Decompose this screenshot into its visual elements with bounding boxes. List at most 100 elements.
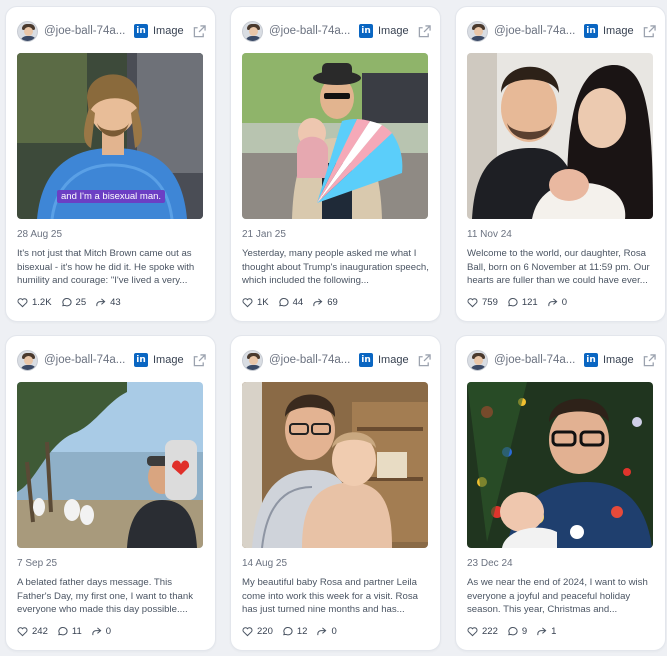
reposts-stat: 0: [316, 625, 337, 637]
post-image[interactable]: [467, 53, 653, 219]
author-handle[interactable]: @joe-ball-74a...: [494, 25, 578, 37]
share-icon: [92, 626, 102, 635]
likes-count: 242: [32, 625, 48, 637]
post-card[interactable]: @joe-ball-74a... in Image: [455, 335, 666, 651]
post-image[interactable]: [242, 53, 428, 219]
post-date: 7 Sep 25: [17, 558, 58, 569]
comments-count: 11: [71, 625, 82, 637]
card-header: @joe-ball-74a... in Image: [242, 19, 431, 43]
likes-stat: 222: [467, 626, 498, 637]
share-icon: [317, 626, 327, 635]
post-date: 23 Dec 24: [467, 558, 513, 569]
linkedin-icon: in: [359, 24, 373, 38]
comment-icon: [57, 626, 68, 635]
external-link-icon[interactable]: [643, 24, 656, 38]
post-caption: Welcome to the world, our daughter, Rosa…: [467, 248, 650, 287]
likes-count: 759: [482, 296, 498, 308]
card-header: @joe-ball-74a... in Image: [467, 19, 656, 43]
comments-count: 25: [75, 296, 87, 308]
heart-icon: [467, 297, 478, 307]
comments-stat: 44: [278, 296, 304, 308]
avatar[interactable]: [467, 20, 488, 42]
post-card[interactable]: @joe-ball-74a... in Image 7 Sep 25 A bel…: [5, 335, 216, 651]
heart-icon: [242, 297, 253, 307]
likes-count: 1K: [257, 296, 269, 308]
author-handle[interactable]: @joe-ball-74a...: [44, 354, 128, 366]
external-link-icon[interactable]: [418, 24, 431, 38]
external-link-icon[interactable]: [418, 353, 431, 367]
author-handle[interactable]: @joe-ball-74a...: [269, 25, 353, 37]
comment-icon: [507, 297, 518, 306]
reposts-count: 43: [110, 296, 121, 308]
comments-stat: 12: [282, 625, 308, 637]
reposts-count: 0: [331, 625, 337, 637]
comments-stat: 25: [61, 296, 87, 308]
media-type-label: Image: [378, 354, 409, 366]
post-image[interactable]: [242, 382, 428, 548]
external-link-icon[interactable]: [193, 24, 206, 38]
likes-stat: 242: [17, 626, 48, 637]
reposts-stat: 0: [91, 626, 111, 637]
likes-stat: 1.2K: [17, 297, 52, 308]
post-card[interactable]: @joe-ball-74a... in Image and I'm a bise…: [5, 6, 216, 322]
post-grid: @joe-ball-74a... in Image and I'm a bise…: [0, 0, 667, 656]
linkedin-icon: in: [584, 24, 598, 38]
media-type-label: Image: [603, 354, 634, 366]
linkedin-icon: in: [134, 24, 148, 38]
share-icon: [313, 297, 323, 306]
external-link-icon[interactable]: [193, 353, 206, 367]
card-header: @joe-ball-74a... in Image: [17, 348, 206, 372]
linkedin-icon: in: [584, 353, 598, 367]
post-card[interactable]: @joe-ball-74a... in Image: [230, 6, 441, 322]
post-caption: It's not just that Mitch Brown came out …: [17, 248, 195, 287]
post-date: 21 Jan 25: [242, 229, 286, 240]
comments-count: 9: [521, 625, 528, 637]
post-caption: My beautiful baby Rosa and partner Leila…: [242, 577, 418, 616]
comment-icon: [507, 626, 518, 635]
author-handle[interactable]: @joe-ball-74a...: [44, 25, 128, 37]
engagement-stats: 222 9 1: [467, 624, 565, 638]
comment-icon: [61, 297, 72, 306]
engagement-stats: 1K 44 69: [242, 295, 347, 309]
comments-stat: 11: [57, 626, 82, 637]
avatar[interactable]: [242, 20, 263, 42]
media-type-label: Image: [603, 25, 634, 37]
post-card[interactable]: @joe-ball-74a... in Image 11 Nov 24 Welc…: [455, 6, 666, 322]
reposts-stat: 1: [536, 626, 556, 637]
likes-stat: 220: [242, 626, 273, 637]
likes-count: 220: [257, 625, 273, 637]
post-date: 14 Aug 25: [242, 558, 288, 569]
avatar[interactable]: [17, 20, 38, 42]
likes-stat: 1K: [242, 297, 269, 308]
linkedin-icon: in: [134, 353, 148, 367]
author-handle[interactable]: @joe-ball-74a...: [269, 354, 353, 366]
author-handle[interactable]: @joe-ball-74a...: [494, 354, 578, 366]
post-image[interactable]: [17, 382, 203, 548]
share-icon: [548, 297, 558, 306]
post-date: 11 Nov 24: [467, 229, 512, 240]
avatar[interactable]: [242, 349, 263, 371]
likes-stat: 759: [467, 297, 498, 308]
external-link-icon[interactable]: [643, 353, 656, 367]
avatar[interactable]: [17, 349, 38, 371]
reposts-count: 1: [551, 625, 557, 637]
reposts-stat: 43: [95, 297, 121, 308]
heart-icon: [242, 626, 253, 636]
comments-count: 44: [292, 296, 304, 308]
avatar[interactable]: [467, 349, 488, 371]
post-caption: As we near the end of 2024, I want to wi…: [467, 577, 648, 616]
media-type-label: Image: [378, 25, 409, 37]
comments-count: 12: [296, 625, 308, 637]
media-type-label: Image: [153, 25, 184, 37]
card-header: @joe-ball-74a... in Image: [242, 348, 431, 372]
post-caption: A belated father days message. This Fath…: [17, 577, 194, 616]
share-icon: [537, 626, 547, 635]
comments-stat: 121: [507, 297, 538, 308]
reposts-count: 0: [561, 296, 568, 308]
post-image[interactable]: and I'm a bisexual man.: [17, 53, 203, 219]
engagement-stats: 1.2K 25 43: [17, 295, 130, 309]
post-image[interactable]: [467, 382, 653, 548]
post-card[interactable]: @joe-ball-74a... in Image: [230, 335, 441, 651]
video-subtitle: and I'm a bisexual man.: [57, 190, 166, 203]
heart-icon: [17, 626, 28, 636]
